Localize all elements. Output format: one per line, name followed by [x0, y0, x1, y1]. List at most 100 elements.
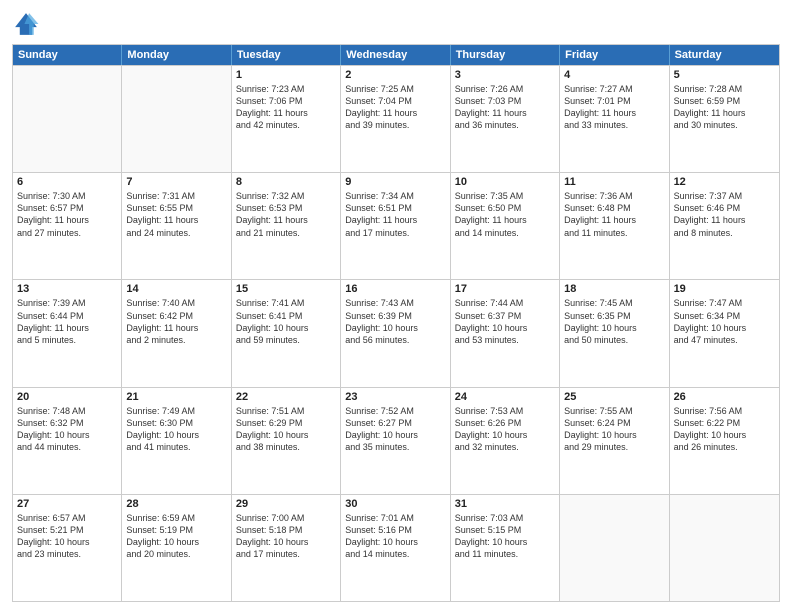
cell-line: Daylight: 10 hours [455, 536, 555, 548]
calendar-cell: 11Sunrise: 7:36 AMSunset: 6:48 PMDayligh… [560, 173, 669, 279]
calendar-cell: 8Sunrise: 7:32 AMSunset: 6:53 PMDaylight… [232, 173, 341, 279]
cell-line: Daylight: 11 hours [236, 214, 336, 226]
calendar-cell: 31Sunrise: 7:03 AMSunset: 5:15 PMDayligh… [451, 495, 560, 601]
day-number: 1 [236, 69, 336, 81]
day-number: 29 [236, 498, 336, 510]
cell-line: and 29 minutes. [564, 441, 664, 453]
cell-line: Sunrise: 7:56 AM [674, 405, 775, 417]
calendar-cell: 10Sunrise: 7:35 AMSunset: 6:50 PMDayligh… [451, 173, 560, 279]
calendar-cell: 2Sunrise: 7:25 AMSunset: 7:04 PMDaylight… [341, 66, 450, 172]
day-number: 18 [564, 283, 664, 295]
cell-line: Sunrise: 7:51 AM [236, 405, 336, 417]
cell-line: Daylight: 11 hours [564, 214, 664, 226]
cell-line: and 32 minutes. [455, 441, 555, 453]
cell-line: and 47 minutes. [674, 334, 775, 346]
cell-line: Daylight: 10 hours [345, 322, 445, 334]
cell-line: and 59 minutes. [236, 334, 336, 346]
cell-line: and 2 minutes. [126, 334, 226, 346]
cell-line: Sunset: 6:32 PM [17, 417, 117, 429]
cell-line: Sunrise: 7:03 AM [455, 512, 555, 524]
calendar-row-0: 1 Sunrise: 7:23 AMSunset: 7:06 PM Daylight… [13, 65, 779, 172]
cell-line: Sunrise: 7:40 AM [126, 297, 226, 309]
day-number: 26 [674, 391, 775, 403]
cell-line: Daylight: 10 hours [455, 429, 555, 441]
cell-line: Sunrise: 7:00 AM [236, 512, 336, 524]
day-number: 19 [674, 283, 775, 295]
day-number: 25 [564, 391, 664, 403]
cell-line: Daylight: 11 hours [345, 107, 445, 119]
cell-line: Sunrise: 7:01 AM [345, 512, 445, 524]
cell-line: Sunrise: 7:30 AM [17, 190, 117, 202]
day-number: 31 [455, 498, 555, 510]
cell-line: and 39 minutes. [345, 119, 445, 131]
cell-line: Sunset: 7:03 PM [455, 95, 555, 107]
cell-line: Sunrise: 7:37 AM [674, 190, 775, 202]
cell-line: Sunset: 5:18 PM [236, 524, 336, 536]
logo-icon [12, 10, 40, 38]
cell-line: Daylight: 11 hours [455, 107, 555, 119]
calendar-header-friday: Friday [560, 45, 669, 65]
day-number: 22 [236, 391, 336, 403]
cell-line: Daylight: 10 hours [564, 429, 664, 441]
cell-line: Sunset: 6:46 PM [674, 202, 775, 214]
cell-line: Daylight: 11 hours [674, 214, 775, 226]
cell-line: Sunset: 6:44 PM [17, 310, 117, 322]
cell-line: Daylight: 10 hours [236, 429, 336, 441]
cell-line: Sunrise: 7:39 AM [17, 297, 117, 309]
calendar-cell: 7Sunrise: 7:31 AMSunset: 6:55 PMDaylight… [122, 173, 231, 279]
cell-line: Daylight: 10 hours [126, 429, 226, 441]
day-number: 24 [455, 391, 555, 403]
cell-line: Sunrise: 7:23 AM [236, 83, 336, 95]
cell-line: Sunrise: 7:25 AM [345, 83, 445, 95]
calendar-cell: 24Sunrise: 7:53 AMSunset: 6:26 PMDayligh… [451, 388, 560, 494]
day-number: 23 [345, 391, 445, 403]
cell-line: and 36 minutes. [455, 119, 555, 131]
day-number: 4 [564, 69, 664, 81]
calendar-cell: 28Sunrise: 6:59 AMSunset: 5:19 PMDayligh… [122, 495, 231, 601]
cell-line: Daylight: 10 hours [236, 322, 336, 334]
cell-line: Sunrise: 7:28 AM [674, 83, 775, 95]
day-number: 16 [345, 283, 445, 295]
cell-line: and 41 minutes. [126, 441, 226, 453]
day-number: 27 [17, 498, 117, 510]
calendar-cell: 23Sunrise: 7:52 AMSunset: 6:27 PMDayligh… [341, 388, 450, 494]
cell-line: Daylight: 11 hours [17, 214, 117, 226]
calendar-header-row: SundayMondayTuesdayWednesdayThursdayFrid… [13, 45, 779, 65]
calendar-cell: 13Sunrise: 7:39 AMSunset: 6:44 PMDayligh… [13, 280, 122, 386]
cell-line: Sunrise: 7:43 AM [345, 297, 445, 309]
cell-line: Daylight: 10 hours [17, 536, 117, 548]
cell-line: Sunrise: 7:53 AM [455, 405, 555, 417]
cell-line: Daylight: 10 hours [126, 536, 226, 548]
cell-line: Daylight: 11 hours [564, 107, 664, 119]
cell-line: and 44 minutes. [17, 441, 117, 453]
calendar-cell [560, 495, 669, 601]
cell-line: and 27 minutes. [17, 227, 117, 239]
day-number: 10 [455, 176, 555, 188]
cell-line: Sunrise: 7:34 AM [345, 190, 445, 202]
calendar-row-3: 20Sunrise: 7:48 AMSunset: 6:32 PMDayligh… [13, 387, 779, 494]
cell-line: Sunset: 6:22 PM [674, 417, 775, 429]
cell-line: and 21 minutes. [236, 227, 336, 239]
cell-line: Sunset: 7:06 PM [236, 95, 336, 107]
cell-line: Daylight: 10 hours [17, 429, 117, 441]
calendar-body: 1 Sunrise: 7:23 AMSunset: 7:06 PM Daylight… [13, 65, 779, 601]
cell-line: Sunrise: 7:45 AM [564, 297, 664, 309]
cell-line: and 53 minutes. [455, 334, 555, 346]
cell-line: Sunset: 6:48 PM [564, 202, 664, 214]
cell-line: Sunrise: 7:27 AM [564, 83, 664, 95]
calendar-cell: 1Sunrise: 7:23 AMSunset: 7:06 PMDaylight… [232, 66, 341, 172]
cell-line: Daylight: 11 hours [126, 214, 226, 226]
page-header [12, 10, 780, 38]
calendar-cell: 27Sunrise: 6:57 AMSunset: 5:21 PMDayligh… [13, 495, 122, 601]
cell-line: Sunset: 6:55 PM [126, 202, 226, 214]
cell-line: Sunset: 6:30 PM [126, 417, 226, 429]
cell-line: Sunset: 6:35 PM [564, 310, 664, 322]
cell-line: Daylight: 11 hours [17, 322, 117, 334]
cell-line: Sunrise: 6:57 AM [17, 512, 117, 524]
cell-line: and 38 minutes. [236, 441, 336, 453]
day-number: 21 [126, 391, 226, 403]
cell-line: Sunset: 6:29 PM [236, 417, 336, 429]
calendar-cell: 15Sunrise: 7:41 AMSunset: 6:41 PMDayligh… [232, 280, 341, 386]
calendar-row-1: 6Sunrise: 7:30 AMSunset: 6:57 PMDaylight… [13, 172, 779, 279]
cell-line: and 33 minutes. [564, 119, 664, 131]
